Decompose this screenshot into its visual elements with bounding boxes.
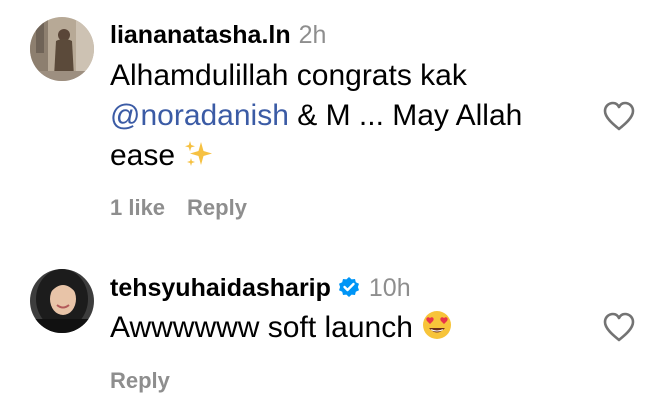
like-heart-icon[interactable]: [602, 312, 636, 342]
reply-button[interactable]: Reply: [187, 195, 247, 220]
comment-username[interactable]: tehsyuhaidasharip 10h: [110, 273, 411, 307]
avatar[interactable]: [30, 269, 94, 333]
comment-line-1: Alhamdulillah congrats kak: [110, 59, 467, 92]
like-heart-icon[interactable]: [602, 101, 636, 131]
mention-link[interactable]: @noradanish: [110, 99, 289, 132]
comment-text-line-2: @noradanish & M ... May Allah: [110, 96, 522, 136]
username-text[interactable]: liananatasha.ln: [110, 21, 291, 49]
comment-line-1: Awwwwww soft launch: [110, 311, 413, 344]
avatar[interactable]: [30, 17, 94, 81]
comment-actions: Reply: [110, 368, 170, 394]
comment-timestamp[interactable]: 2h: [299, 21, 327, 49]
verified-badge-icon: [337, 276, 361, 307]
like-count[interactable]: 1 like: [110, 195, 165, 220]
comment-line-2: & M ... May Allah: [288, 99, 523, 132]
comment-text: Awwwwww soft launch: [110, 308, 453, 352]
comment-text-line-3: ease: [110, 136, 213, 180]
comment-timestamp[interactable]: 10h: [369, 274, 411, 302]
comment-username[interactable]: liananatasha.ln 2h: [110, 20, 326, 50]
avatar-photo-icon: [30, 269, 94, 333]
comment-line-3: ease: [110, 139, 176, 172]
heart-eyes-emoji-icon: [421, 309, 453, 352]
comment-actions: 1 like Reply: [110, 195, 247, 221]
avatar-photo-icon: [30, 17, 94, 81]
reply-button[interactable]: Reply: [110, 368, 170, 393]
comment-text: Alhamdulillah congrats kak: [110, 56, 467, 96]
username-text[interactable]: tehsyuhaidasharip: [110, 274, 331, 302]
sparkles-icon: [183, 139, 213, 180]
